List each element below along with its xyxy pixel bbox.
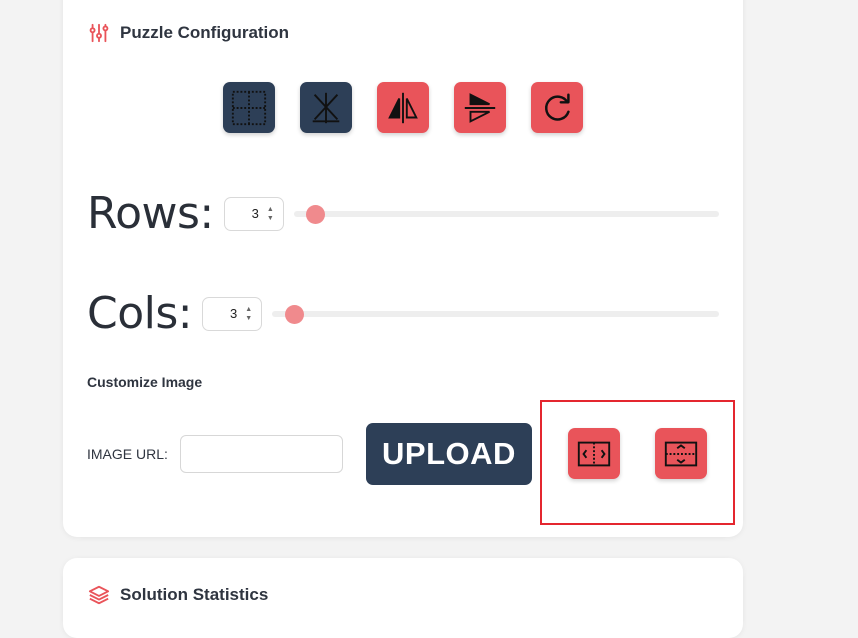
rows-control: Rows: 3 ▲ ▼ [87, 188, 719, 239]
cols-value: 3 [229, 306, 238, 321]
flip-vertical-button[interactable] [454, 82, 506, 133]
remove-grid-button[interactable] [300, 82, 352, 133]
fit-height-button[interactable] [655, 428, 707, 479]
image-url-input[interactable] [180, 435, 343, 473]
grid-lines-icon [231, 90, 267, 125]
rows-slider-thumb[interactable] [306, 204, 325, 224]
solution-statistics-card: Solution Statistics [63, 558, 743, 638]
cols-slider[interactable] [272, 304, 719, 324]
image-url-label: IMAGE URL: [87, 446, 168, 462]
card-title: Puzzle Configuration [120, 23, 290, 42]
customize-image-title: Customize Image [87, 374, 203, 390]
cols-control: Cols: 3 ▲ ▼ [87, 288, 719, 339]
upload-button[interactable]: UPLOAD [366, 423, 532, 485]
sliders-icon [89, 23, 109, 43]
card-header: Solution Statistics [88, 584, 268, 606]
rows-value: 3 [251, 206, 259, 221]
fit-width-icon [577, 441, 611, 466]
cols-label: Cols: [87, 288, 193, 339]
rotate-icon [545, 92, 570, 121]
rows-slider[interactable] [293, 204, 719, 224]
rows-stepper[interactable]: 3 ▲ ▼ [223, 196, 284, 231]
toggle-grid-button[interactable] [223, 82, 275, 133]
stepper-arrows-icon[interactable]: ▲ ▼ [245, 306, 252, 322]
fit-height-icon [664, 441, 698, 466]
fit-width-button[interactable] [568, 428, 620, 479]
flip-vertical-icon [464, 92, 496, 123]
card-title: Solution Statistics [120, 585, 269, 604]
layers-icon [88, 585, 110, 605]
no-grid-icon [312, 92, 340, 123]
rotate-button[interactable] [531, 82, 583, 133]
cols-slider-thumb[interactable] [285, 304, 305, 324]
rows-label: Rows: [87, 188, 214, 239]
puzzle-configuration-card: Puzzle Configuration Rows: 3 ▲ ▼ Cols: 3… [63, 0, 743, 537]
cols-stepper[interactable]: 3 ▲ ▼ [202, 296, 263, 331]
card-header: Puzzle Configuration [88, 22, 289, 44]
stepper-arrows-icon[interactable]: ▲ ▼ [267, 206, 274, 222]
flip-horizontal-icon [388, 92, 418, 123]
flip-horizontal-button[interactable] [377, 82, 429, 133]
